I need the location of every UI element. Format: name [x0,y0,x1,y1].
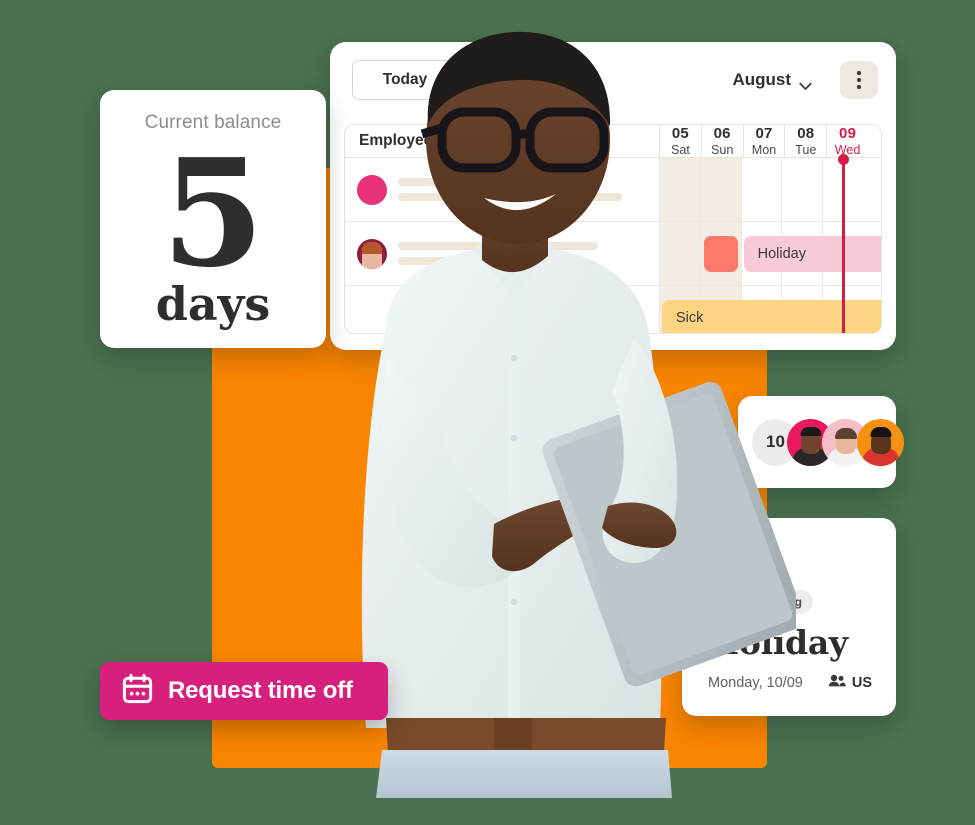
holiday-detail-card: ⛱ Not working Holiday Monday, 10/09 US [682,518,896,716]
calendar-cell-05[interactable] [660,222,701,285]
employee-name-placeholder [398,178,622,201]
placeholder-bar [398,178,530,186]
placeholder-bar [398,257,550,265]
month-label: August [732,70,791,89]
employees-column-header: Employees (381) [345,125,660,157]
avatar-person-3[interactable] [857,418,904,466]
placeholder-bar [398,313,580,322]
day-column-header-08[interactable]: 08 Tue [785,125,828,157]
calendar-header-row: Employees (381) 05 Sat 06 Sun 07 Mon 08 Tue 09 We… [345,125,881,158]
status-badge-label: Not working [731,595,803,609]
kebab-dot [857,78,861,82]
beach-umbrella-icon: ⛱ [708,538,759,582]
day-column-header-05[interactable]: 05 Sat [660,125,702,157]
day-weekday: Sun [710,143,734,157]
day-weekday: Sat [670,143,690,157]
request-time-off-label: Request time off [168,677,353,704]
avatar-hair [361,241,383,254]
kebab-dot [857,85,861,89]
calendar-toolbar: Today August [330,42,896,118]
employee-name-placeholder [398,242,598,265]
placeholder-bar [398,242,598,250]
event-chip-holiday[interactable]: Holiday [743,236,881,272]
event-chip-sick[interactable]: Sick [662,300,881,333]
holiday-date: Monday, 10/09 [708,674,803,691]
holiday-country: US [828,674,872,691]
status-badge: Not working [708,590,814,614]
day-number: 09 [839,125,857,142]
people-icon [828,674,846,691]
day-column-header-06[interactable]: 06 Sun [702,125,744,157]
calendar-cell-05[interactable] [660,158,701,221]
holiday-meta: Monday, 10/09 US [708,674,872,691]
balance-unit: days [155,277,271,332]
holiday-title: Holiday [708,623,848,662]
chevron-left-icon[interactable] [486,72,502,88]
calendar-cell-08[interactable] [782,158,824,221]
today-button[interactable]: Today [352,60,458,100]
employee-cell[interactable] [345,222,660,285]
kebab-dot [857,71,861,75]
day-weekday: Tue [795,143,817,157]
country-label: US [851,674,872,691]
status-dot-icon [718,599,724,605]
event-square[interactable] [703,236,738,272]
current-balance-card: Current balance 5 days [100,90,326,348]
day-number: 07 [755,125,773,142]
today-marker-line [838,154,850,333]
day-column-header-07[interactable]: 07 Mon [744,125,786,157]
illustration-stage: Today August Employees (381) 05 Sat 06 S… [0,0,975,825]
balance-value: 5 [161,126,265,300]
avatar-group-card: 10 [738,396,904,488]
avatar-stack: 10 [752,418,904,466]
request-time-off-button[interactable]: Request time off [100,662,388,720]
chevron-right-icon[interactable] [526,72,542,88]
placeholder-bar [398,193,622,201]
employee-cell[interactable] [345,158,660,221]
chevron-down-icon [799,76,812,90]
employee-name-placeholder [398,313,580,322]
day-column-header-09[interactable]: 09 Wed [827,125,868,157]
calendar-body: Holiday Sick [345,154,881,333]
kebab-menu-icon[interactable] [840,61,878,99]
day-weekday: Mon [751,143,777,157]
calendar-grid: Employees (381) 05 Sat 06 Sun 07 Mon 08 Tue 09 We… [344,124,882,334]
calendar-icon [122,673,153,709]
month-selector[interactable]: August [732,70,812,90]
day-headers: 05 Sat 06 Sun 07 Mon 08 Tue 09 Wed [660,125,868,157]
employee-cell[interactable] [345,286,660,333]
avatar-pink[interactable] [357,174,387,205]
day-number: 05 [671,125,689,142]
calendar-nav-arrows [486,72,542,88]
calendar-row [345,158,881,222]
day-number: 06 [713,125,731,142]
calendar-card: Today August Employees (381) 05 Sat 06 S… [330,42,896,350]
calendar-cell-06[interactable] [700,158,742,221]
day-number: 08 [797,125,815,142]
calendar-cell-07[interactable] [742,158,783,221]
avatar-maroon[interactable] [357,238,387,269]
